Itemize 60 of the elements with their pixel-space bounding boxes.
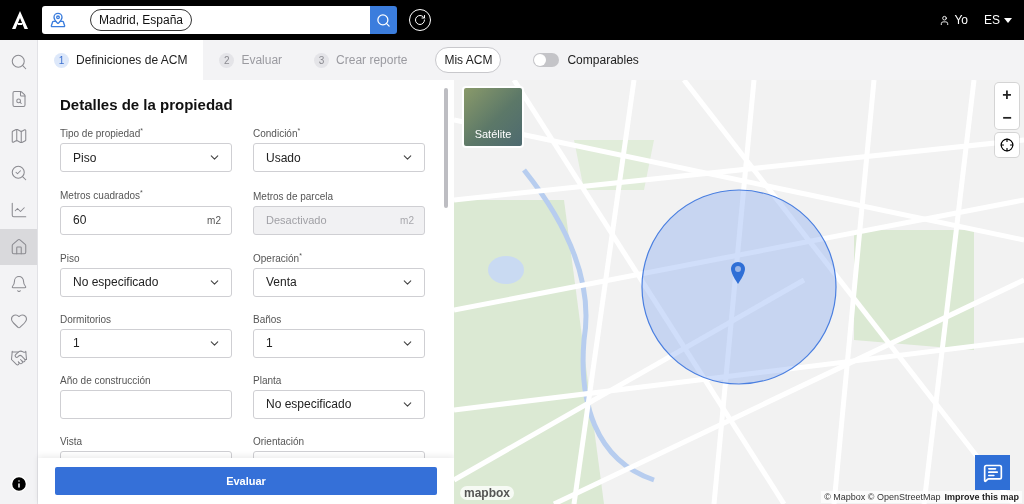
- field-label: Baños: [253, 314, 283, 325]
- location-pin-icon: [731, 262, 745, 284]
- search-icon: [376, 12, 391, 28]
- input-field[interactable]: [60, 390, 232, 419]
- select-field[interactable]: Venta: [253, 268, 425, 297]
- sidebar-item[interactable]: [0, 229, 37, 265]
- field-label: Año de construcción: [60, 375, 152, 386]
- field-label: Metros de parcela: [253, 190, 335, 202]
- field-label: Operación$^{*}$: [253, 251, 303, 264]
- handshake-icon: [9, 349, 28, 367]
- select-field[interactable]: 1: [60, 329, 232, 358]
- improve-map-link[interactable]: Improve this map: [944, 492, 1019, 502]
- map-pin-icon: [50, 12, 66, 28]
- chart-search-icon: [9, 164, 28, 182]
- field-label: Vista: [60, 436, 84, 447]
- select-field[interactable]: No especificado: [253, 390, 425, 419]
- field-label: Tipo de propiedad$^{*}$: [60, 127, 144, 140]
- select-field[interactable]: 1: [253, 329, 425, 358]
- map-icon: [9, 127, 28, 145]
- field-label: Metros cuadrados$^{*}$: [60, 189, 144, 202]
- mis-acm-button[interactable]: Mis ACM: [435, 47, 502, 73]
- line-chart-icon: [9, 201, 28, 219]
- step-tab[interactable]: 1 Definiciones de ACM: [38, 40, 204, 80]
- toggle-switch[interactable]: [533, 53, 560, 67]
- field-label: Planta: [253, 375, 283, 386]
- scrollbar[interactable]: [444, 88, 448, 208]
- crosshair-icon: [1000, 138, 1014, 152]
- select-field[interactable]: Usado: [253, 143, 425, 173]
- info-icon: [9, 475, 28, 493]
- house-icon: [9, 238, 28, 256]
- search-button[interactable]: [370, 6, 397, 34]
- locate-button[interactable]: [995, 133, 1019, 157]
- toggle-label: Comparables: [567, 53, 639, 67]
- input-field[interactable]: 60 m2: [60, 205, 232, 235]
- field-label: Orientación: [253, 436, 306, 447]
- map-attribution: © Mapbox © OpenStreetMap: [824, 492, 941, 502]
- zoom-out-button[interactable]: −: [995, 106, 1019, 129]
- user-menu[interactable]: Yo: [939, 13, 968, 27]
- chat-icon: [982, 462, 1003, 483]
- evaluate-button[interactable]: Evaluar: [55, 467, 437, 495]
- search-icon: [9, 53, 28, 71]
- chat-button[interactable]: [975, 455, 1010, 490]
- bell-icon: [9, 275, 28, 293]
- heart-icon: [9, 312, 28, 330]
- satellite-toggle[interactable]: Satélite: [462, 86, 524, 148]
- logo-icon[interactable]: [12, 11, 28, 29]
- document-search-icon: [9, 90, 28, 108]
- zoom-in-button[interactable]: +: [995, 83, 1019, 106]
- caret-icon: [1004, 17, 1012, 23]
- language-menu[interactable]: ES: [984, 13, 1012, 27]
- field-label: Piso: [60, 253, 81, 264]
- refresh-icon: [414, 14, 426, 26]
- user-icon: [939, 14, 951, 26]
- select-field[interactable]: Piso: [60, 143, 232, 173]
- field-label: Condición$^{*}$: [253, 127, 302, 140]
- section-title: Detalles de la propiedad: [60, 96, 234, 113]
- select-field[interactable]: No especificado: [60, 268, 232, 297]
- map-logo: mapbox: [460, 486, 514, 500]
- search-field[interactable]: Madrid, España: [42, 6, 370, 34]
- field-label: Dormitorios: [60, 314, 113, 325]
